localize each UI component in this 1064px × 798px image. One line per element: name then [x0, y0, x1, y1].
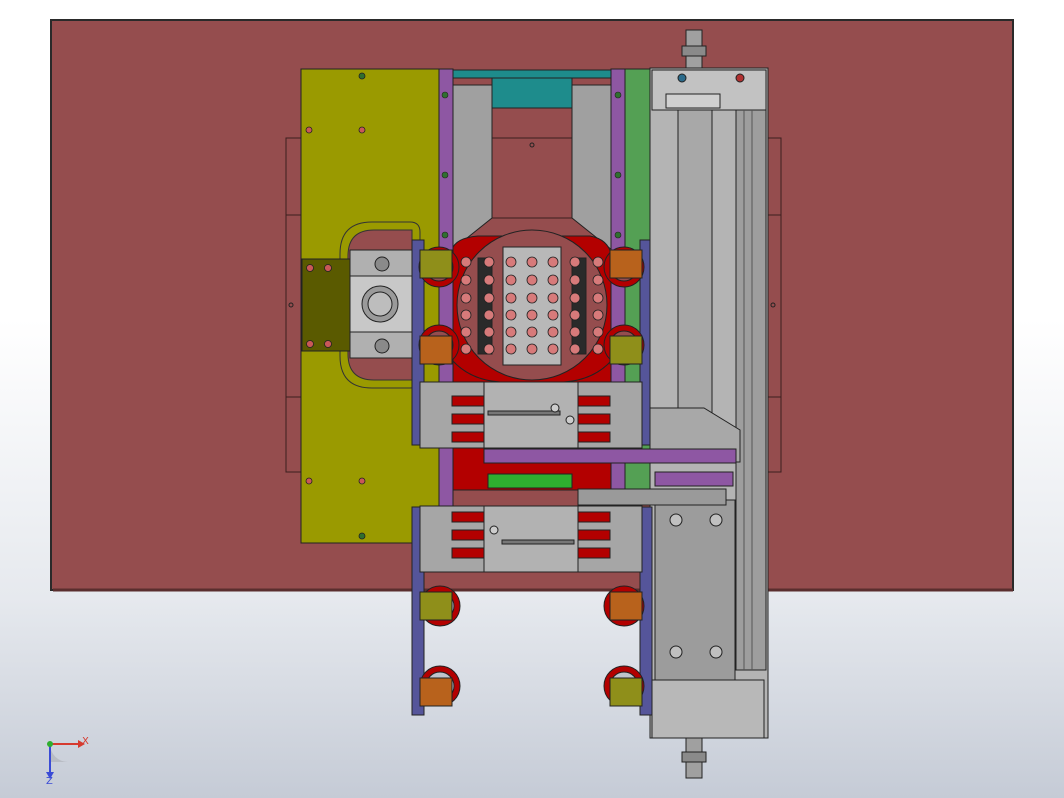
gripper-pin — [547, 343, 559, 355]
roller-top-left — [418, 246, 460, 288]
gripper-pin — [460, 274, 472, 286]
gripper-pin — [592, 274, 604, 286]
gripper-pin — [483, 309, 495, 321]
gripper-pin — [547, 274, 559, 286]
x-axis-label: X — [82, 736, 89, 747]
gripper-pin — [569, 292, 581, 304]
gripper-pin — [505, 274, 517, 286]
gripper-pin — [483, 326, 495, 338]
gripper-pin — [569, 343, 581, 355]
gripper-pin — [483, 292, 495, 304]
gripper-pin — [592, 326, 604, 338]
purple-cross-bar — [483, 448, 737, 464]
gripper-pin — [569, 256, 581, 268]
top-teal-bar — [439, 69, 621, 79]
gripper-pin — [460, 309, 472, 321]
roller-bottom-right-1 — [603, 585, 645, 627]
roller-bottom-left-2 — [419, 665, 461, 707]
gripper-pin — [505, 326, 517, 338]
gripper-pin — [569, 326, 581, 338]
roller-top-right — [603, 246, 645, 288]
gripper-pin — [526, 256, 538, 268]
cad-viewport[interactable]: X Z — [0, 0, 1064, 798]
gripper-pin — [569, 309, 581, 321]
gripper-pin — [505, 256, 517, 268]
gripper-pin — [547, 256, 559, 268]
gripper-pin — [526, 326, 538, 338]
roller-bottom-right-2 — [603, 665, 645, 707]
gripper-pin — [592, 309, 604, 321]
gripper-pin — [547, 326, 559, 338]
roller-mid-left — [418, 324, 460, 366]
gripper-pin — [460, 343, 472, 355]
gripper-pin — [526, 292, 538, 304]
gripper-pin — [505, 309, 517, 321]
assembly-drawing[interactable] — [0, 0, 1064, 798]
gripper-pin — [547, 309, 559, 321]
gripper-pin — [505, 343, 517, 355]
side-bracket — [301, 258, 351, 352]
roller-mid-right — [603, 324, 645, 366]
gripper-pin — [460, 326, 472, 338]
gripper-pin — [483, 256, 495, 268]
gripper-pin — [526, 343, 538, 355]
gripper-pin — [592, 292, 604, 304]
actuator-carriage — [654, 499, 736, 681]
gripper-pin — [460, 256, 472, 268]
gripper-pin — [547, 292, 559, 304]
roller-bottom-left-1 — [419, 585, 461, 627]
gripper-pin — [526, 274, 538, 286]
gripper-pin — [569, 274, 581, 286]
z-axis-label: Z — [46, 776, 53, 787]
gripper-pin — [505, 292, 517, 304]
gripper-pin — [592, 256, 604, 268]
gripper-pin — [592, 343, 604, 355]
gripper-pin — [460, 292, 472, 304]
axis-triad: X Z — [40, 732, 100, 788]
gripper-pin — [526, 309, 538, 321]
gripper-pin — [483, 343, 495, 355]
gripper-pin — [483, 274, 495, 286]
